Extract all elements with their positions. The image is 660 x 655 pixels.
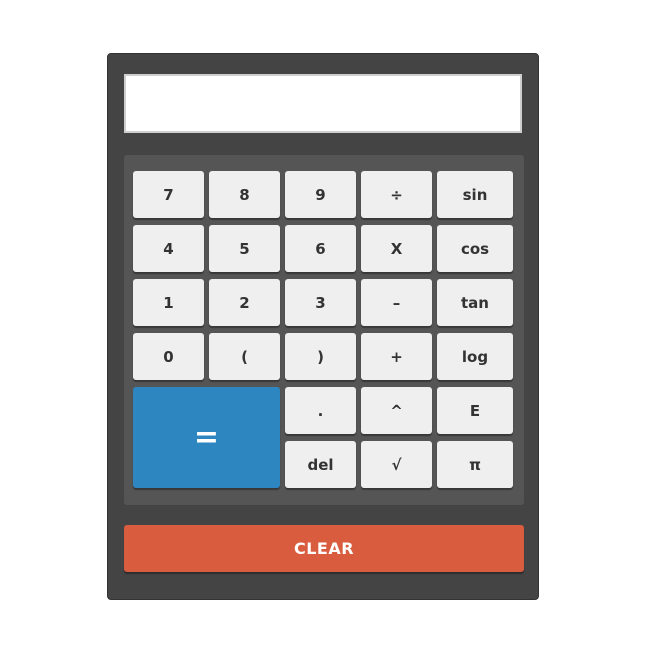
key-4[interactable]: 4 bbox=[133, 225, 204, 272]
key-7[interactable]: 7 bbox=[133, 171, 204, 218]
key-6[interactable]: 6 bbox=[285, 225, 356, 272]
log-button[interactable]: log bbox=[437, 333, 513, 380]
open-paren-button[interactable]: ( bbox=[209, 333, 280, 380]
close-paren-button[interactable]: ) bbox=[285, 333, 356, 380]
sqrt-button[interactable]: √ bbox=[361, 441, 432, 488]
cos-button[interactable]: cos bbox=[437, 225, 513, 272]
key-0[interactable]: 0 bbox=[133, 333, 204, 380]
key-3[interactable]: 3 bbox=[285, 279, 356, 326]
multiply-button[interactable]: X bbox=[361, 225, 432, 272]
key-2[interactable]: 2 bbox=[209, 279, 280, 326]
calculator: 7 8 9 ÷ sin 4 5 6 X cos 1 2 3 – tan 0 ( … bbox=[107, 53, 539, 600]
key-5[interactable]: 5 bbox=[209, 225, 280, 272]
exp-button[interactable]: E bbox=[437, 387, 513, 434]
divide-button[interactable]: ÷ bbox=[361, 171, 432, 218]
decimal-button[interactable]: . bbox=[285, 387, 356, 434]
pi-button[interactable]: π bbox=[437, 441, 513, 488]
sin-button[interactable]: sin bbox=[437, 171, 513, 218]
keypad: 7 8 9 ÷ sin 4 5 6 X cos 1 2 3 – tan 0 ( … bbox=[124, 155, 524, 505]
key-1[interactable]: 1 bbox=[133, 279, 204, 326]
clear-button[interactable]: CLEAR bbox=[124, 525, 524, 572]
minus-button[interactable]: – bbox=[361, 279, 432, 326]
plus-button[interactable]: + bbox=[361, 333, 432, 380]
key-9[interactable]: 9 bbox=[285, 171, 356, 218]
display-field[interactable] bbox=[124, 74, 522, 133]
key-8[interactable]: 8 bbox=[209, 171, 280, 218]
equals-button[interactable]: = bbox=[133, 387, 280, 488]
delete-button[interactable]: del bbox=[285, 441, 356, 488]
tan-button[interactable]: tan bbox=[437, 279, 513, 326]
power-button[interactable]: ^ bbox=[361, 387, 432, 434]
